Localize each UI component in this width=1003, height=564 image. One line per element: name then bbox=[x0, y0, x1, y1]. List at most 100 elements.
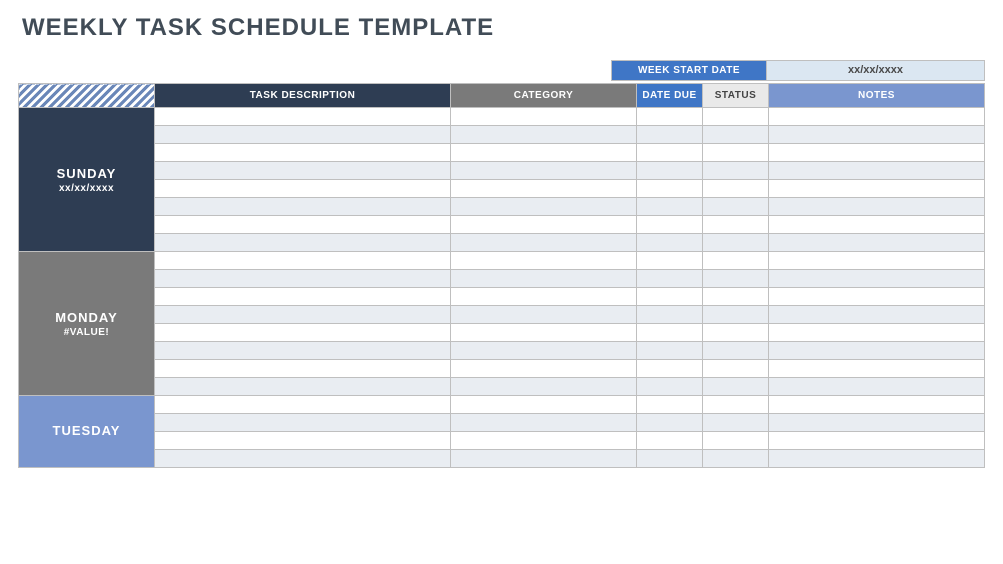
cell-date-due[interactable] bbox=[637, 342, 703, 360]
cell-category[interactable] bbox=[451, 252, 637, 270]
cell-notes[interactable] bbox=[769, 180, 985, 198]
cell-date-due[interactable] bbox=[637, 216, 703, 234]
cell-status[interactable] bbox=[703, 342, 769, 360]
cell-category[interactable] bbox=[451, 342, 637, 360]
cell-status[interactable] bbox=[703, 432, 769, 450]
cell-date-due[interactable] bbox=[637, 432, 703, 450]
cell-status[interactable] bbox=[703, 252, 769, 270]
cell-status[interactable] bbox=[703, 450, 769, 468]
cell-task[interactable] bbox=[155, 216, 451, 234]
cell-date-due[interactable] bbox=[637, 306, 703, 324]
cell-category[interactable] bbox=[451, 306, 637, 324]
cell-status[interactable] bbox=[703, 270, 769, 288]
cell-category[interactable] bbox=[451, 126, 637, 144]
cell-notes[interactable] bbox=[769, 378, 985, 396]
cell-status[interactable] bbox=[703, 306, 769, 324]
cell-category[interactable] bbox=[451, 162, 637, 180]
cell-notes[interactable] bbox=[769, 288, 985, 306]
cell-category[interactable] bbox=[451, 378, 637, 396]
cell-date-due[interactable] bbox=[637, 450, 703, 468]
cell-task[interactable] bbox=[155, 288, 451, 306]
cell-notes[interactable] bbox=[769, 270, 985, 288]
cell-task[interactable] bbox=[155, 144, 451, 162]
cell-category[interactable] bbox=[451, 234, 637, 252]
cell-category[interactable] bbox=[451, 270, 637, 288]
cell-status[interactable] bbox=[703, 378, 769, 396]
cell-category[interactable] bbox=[451, 450, 637, 468]
cell-category[interactable] bbox=[451, 396, 637, 414]
cell-notes[interactable] bbox=[769, 144, 985, 162]
cell-notes[interactable] bbox=[769, 252, 985, 270]
cell-task[interactable] bbox=[155, 396, 451, 414]
cell-task[interactable] bbox=[155, 162, 451, 180]
cell-category[interactable] bbox=[451, 144, 637, 162]
cell-notes[interactable] bbox=[769, 108, 985, 126]
cell-task[interactable] bbox=[155, 414, 451, 432]
cell-task[interactable] bbox=[155, 360, 451, 378]
cell-notes[interactable] bbox=[769, 360, 985, 378]
cell-category[interactable] bbox=[451, 216, 637, 234]
cell-status[interactable] bbox=[703, 360, 769, 378]
cell-notes[interactable] bbox=[769, 324, 985, 342]
cell-status[interactable] bbox=[703, 126, 769, 144]
cell-notes[interactable] bbox=[769, 414, 985, 432]
cell-notes[interactable] bbox=[769, 234, 985, 252]
cell-notes[interactable] bbox=[769, 306, 985, 324]
cell-notes[interactable] bbox=[769, 396, 985, 414]
cell-category[interactable] bbox=[451, 324, 637, 342]
cell-status[interactable] bbox=[703, 198, 769, 216]
cell-task[interactable] bbox=[155, 234, 451, 252]
cell-category[interactable] bbox=[451, 414, 637, 432]
cell-status[interactable] bbox=[703, 162, 769, 180]
cell-task[interactable] bbox=[155, 432, 451, 450]
cell-date-due[interactable] bbox=[637, 162, 703, 180]
cell-notes[interactable] bbox=[769, 216, 985, 234]
cell-task[interactable] bbox=[155, 306, 451, 324]
cell-task[interactable] bbox=[155, 342, 451, 360]
cell-task[interactable] bbox=[155, 126, 451, 144]
cell-notes[interactable] bbox=[769, 126, 985, 144]
cell-date-due[interactable] bbox=[637, 144, 703, 162]
cell-status[interactable] bbox=[703, 396, 769, 414]
cell-task[interactable] bbox=[155, 270, 451, 288]
cell-category[interactable] bbox=[451, 432, 637, 450]
cell-notes[interactable] bbox=[769, 432, 985, 450]
cell-status[interactable] bbox=[703, 324, 769, 342]
cell-date-due[interactable] bbox=[637, 270, 703, 288]
cell-date-due[interactable] bbox=[637, 324, 703, 342]
cell-status[interactable] bbox=[703, 144, 769, 162]
cell-task[interactable] bbox=[155, 198, 451, 216]
cell-status[interactable] bbox=[703, 288, 769, 306]
cell-date-due[interactable] bbox=[637, 126, 703, 144]
cell-task[interactable] bbox=[155, 450, 451, 468]
cell-category[interactable] bbox=[451, 198, 637, 216]
cell-category[interactable] bbox=[451, 288, 637, 306]
cell-task[interactable] bbox=[155, 180, 451, 198]
cell-status[interactable] bbox=[703, 414, 769, 432]
cell-notes[interactable] bbox=[769, 342, 985, 360]
cell-date-due[interactable] bbox=[637, 198, 703, 216]
cell-category[interactable] bbox=[451, 360, 637, 378]
cell-notes[interactable] bbox=[769, 162, 985, 180]
cell-date-due[interactable] bbox=[637, 360, 703, 378]
cell-category[interactable] bbox=[451, 180, 637, 198]
cell-date-due[interactable] bbox=[637, 252, 703, 270]
cell-notes[interactable] bbox=[769, 450, 985, 468]
cell-date-due[interactable] bbox=[637, 108, 703, 126]
cell-status[interactable] bbox=[703, 234, 769, 252]
cell-date-due[interactable] bbox=[637, 288, 703, 306]
cell-status[interactable] bbox=[703, 216, 769, 234]
cell-date-due[interactable] bbox=[637, 180, 703, 198]
cell-date-due[interactable] bbox=[637, 378, 703, 396]
cell-status[interactable] bbox=[703, 180, 769, 198]
cell-date-due[interactable] bbox=[637, 234, 703, 252]
cell-task[interactable] bbox=[155, 324, 451, 342]
cell-status[interactable] bbox=[703, 108, 769, 126]
cell-date-due[interactable] bbox=[637, 414, 703, 432]
cell-category[interactable] bbox=[451, 108, 637, 126]
cell-task[interactable] bbox=[155, 378, 451, 396]
cell-task[interactable] bbox=[155, 108, 451, 126]
cell-notes[interactable] bbox=[769, 198, 985, 216]
week-start-value[interactable]: xx/xx/xxxx bbox=[767, 60, 985, 81]
cell-date-due[interactable] bbox=[637, 396, 703, 414]
